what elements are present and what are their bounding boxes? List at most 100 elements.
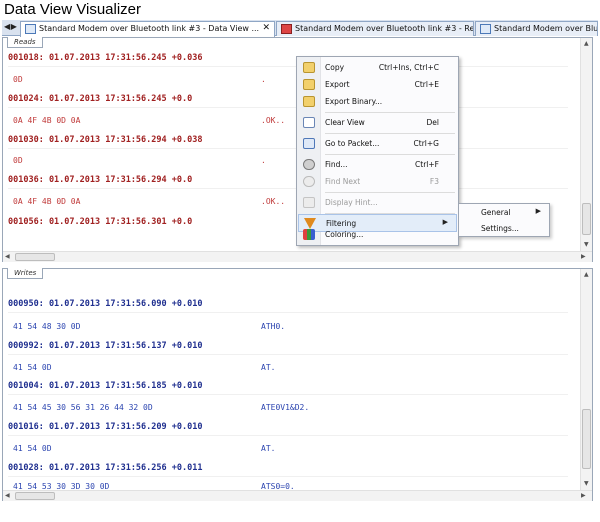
- reads-horizontal-scrollbar[interactable]: ◀ ▶: [3, 251, 592, 262]
- scroll-up-icon[interactable]: ▲: [584, 271, 589, 278]
- reads-row-hex[interactable]: 0D: [13, 156, 23, 165]
- writes-vertical-scrollbar[interactable]: ▲ ▼: [580, 269, 592, 490]
- submenu-item-label: Settings...: [481, 224, 519, 233]
- reads-row-ascii[interactable]: .OK..: [261, 116, 285, 125]
- context-menu: Copy Ctrl+Ins, Ctrl+C Export Ctrl+E Expo…: [296, 56, 459, 246]
- document-tab-bar: ◀ ▶ Standard Modem over Bluetooth link #…: [2, 20, 598, 37]
- menu-item-label: Go to Packet...: [325, 139, 380, 148]
- scroll-right-icon[interactable]: ▶: [581, 253, 586, 260]
- tab-data-view[interactable]: Standard Modem over Bluetooth link #3 - …: [20, 21, 275, 37]
- writes-row-header[interactable]: 001028: 01.07.2013 17:31:56.256 +0.011: [8, 463, 202, 473]
- writes-row-header[interactable]: 001004: 01.07.2013 17:31:56.185 +0.010: [8, 381, 202, 391]
- export-icon: [303, 79, 315, 90]
- reads-row-ascii[interactable]: .: [261, 75, 266, 84]
- menu-item-coloring[interactable]: Coloring...: [298, 226, 457, 244]
- scrollbar-thumb[interactable]: [582, 203, 591, 235]
- writes-row-hex[interactable]: 41 54 0D: [13, 444, 52, 453]
- menu-item-find-next[interactable]: Find Next F3: [298, 173, 457, 191]
- menu-item-label: Find Next: [325, 177, 361, 186]
- menu-item-shortcut: F3: [429, 177, 439, 186]
- tab-request-view[interactable]: Standard Modem over Bluetooth link #3 - …: [276, 21, 474, 36]
- scroll-down-icon[interactable]: ▼: [584, 241, 589, 248]
- menu-item-display-hint[interactable]: Display Hint...: [298, 194, 457, 212]
- reads-row-hex[interactable]: 0A 4F 4B 0D 0A: [13, 116, 80, 125]
- display-hint-icon: [303, 197, 315, 208]
- reads-row-header[interactable]: 001024: 01.07.2013 17:31:56.245 +0.0: [8, 94, 192, 104]
- menu-item-shortcut: Ctrl+Ins, Ctrl+C: [378, 63, 439, 72]
- row-divider: [8, 107, 568, 108]
- reads-row-header[interactable]: 001030: 01.07.2013 17:31:56.294 +0.038: [8, 135, 202, 145]
- row-divider: [8, 66, 568, 67]
- reads-row-header[interactable]: 001018: 01.07.2013 17:31:56.245 +0.036: [8, 53, 202, 63]
- writes-row-ascii[interactable]: ATH0.: [261, 322, 285, 331]
- writes-horizontal-scrollbar[interactable]: ◀ ▶: [3, 490, 592, 501]
- window-title: Data View Visualizer: [4, 1, 142, 18]
- menu-item-label: Find...: [325, 160, 348, 169]
- tab-third-view[interactable]: Standard Modem over Blu: [475, 21, 598, 36]
- menu-item-export-binary[interactable]: Export Binary...: [298, 93, 457, 111]
- writes-pane: Writes 000950: 01.07.2013 17:31:56.090 +…: [2, 268, 593, 501]
- tab-data-view-label: Standard Modem over Bluetooth link #3 - …: [39, 24, 260, 33]
- writes-row-header[interactable]: 001016: 01.07.2013 17:31:56.209 +0.010: [8, 422, 202, 432]
- reads-vertical-scrollbar[interactable]: ▲ ▼: [580, 38, 592, 251]
- menu-item-shortcut: Ctrl+G: [413, 139, 439, 148]
- writes-row-hex[interactable]: 41 54 45 30 56 31 26 44 32 0D: [13, 403, 153, 412]
- menu-item-go-to-packet[interactable]: Go to Packet... Ctrl+G: [298, 135, 457, 153]
- clear-view-icon: [303, 117, 315, 128]
- row-divider: [8, 354, 568, 355]
- menu-separator: [325, 192, 455, 193]
- request-view-icon: [281, 24, 292, 34]
- menu-item-export[interactable]: Export Ctrl+E: [298, 76, 457, 94]
- menu-item-shortcut: Ctrl+F: [415, 160, 439, 169]
- reads-row-ascii[interactable]: .OK..: [261, 197, 285, 206]
- reads-row-hex[interactable]: 0A 4F 4B 0D 0A: [13, 197, 80, 206]
- menu-item-clear-view[interactable]: Clear View Del: [298, 114, 457, 132]
- scrollbar-thumb[interactable]: [15, 492, 55, 500]
- copy-icon: [303, 62, 315, 73]
- row-divider: [8, 188, 568, 189]
- menu-item-shortcut: Ctrl+E: [414, 80, 439, 89]
- submenu-arrow-icon: ▶: [442, 218, 448, 226]
- reads-row-hex[interactable]: 0D: [13, 75, 23, 84]
- menu-item-label: Export Binary...: [325, 97, 383, 106]
- writes-row-hex[interactable]: 41 54 48 30 0D: [13, 322, 80, 331]
- find-next-icon: [303, 176, 315, 187]
- writes-row-header[interactable]: 000950: 01.07.2013 17:31:56.090 +0.010: [8, 299, 202, 309]
- reads-pane-tab[interactable]: Reads: [7, 37, 43, 48]
- writes-row-hex[interactable]: 41 54 0D: [13, 363, 52, 372]
- menu-item-label: Coloring...: [325, 230, 364, 239]
- writes-row-ascii[interactable]: AT.: [261, 363, 275, 372]
- coloring-icon: [303, 229, 315, 240]
- menu-item-label: Display Hint...: [325, 198, 378, 207]
- row-divider: [8, 476, 568, 477]
- writes-row-ascii[interactable]: ATE0V1&D2.: [261, 403, 309, 412]
- scroll-left-icon[interactable]: ◀: [5, 492, 10, 499]
- menu-item-label: Clear View: [325, 118, 365, 127]
- submenu-item-label: General: [481, 208, 511, 217]
- submenu-item-settings[interactable]: Settings...: [461, 221, 547, 236]
- scroll-left-icon[interactable]: ◀: [5, 253, 10, 260]
- reads-row-header[interactable]: 001036: 01.07.2013 17:31:56.294 +0.0: [8, 175, 192, 185]
- menu-item-copy[interactable]: Copy Ctrl+Ins, Ctrl+C: [298, 59, 457, 77]
- menu-item-label: Export: [325, 80, 350, 89]
- writes-row-header[interactable]: 000992: 01.07.2013 17:31:56.137 +0.010: [8, 341, 202, 351]
- writes-row-ascii[interactable]: AT.: [261, 444, 275, 453]
- submenu-item-general[interactable]: General ▶: [461, 205, 547, 220]
- scroll-up-icon[interactable]: ▲: [584, 40, 589, 47]
- scroll-down-icon[interactable]: ▼: [584, 480, 589, 487]
- scrollbar-thumb[interactable]: [582, 409, 591, 469]
- reads-row-ascii[interactable]: .: [261, 156, 266, 165]
- writes-pane-tab[interactable]: Writes: [7, 268, 44, 279]
- view-icon: [480, 24, 491, 34]
- reads-row-header[interactable]: 001056: 01.07.2013 17:31:56.301 +0.0: [8, 217, 192, 227]
- menu-item-find[interactable]: Find... Ctrl+F: [298, 156, 457, 174]
- scroll-right-icon[interactable]: ▶: [581, 492, 586, 499]
- row-divider: [8, 394, 568, 395]
- close-icon[interactable]: ✕: [262, 23, 270, 33]
- row-divider: [8, 148, 568, 149]
- tab-scroll-arrows[interactable]: ◀ ▶: [4, 22, 17, 31]
- data-view-icon: [25, 24, 36, 34]
- tab-third-view-label: Standard Modem over Blu: [494, 24, 598, 33]
- scrollbar-thumb[interactable]: [15, 253, 55, 261]
- filtering-submenu: General ▶ Settings...: [458, 203, 550, 237]
